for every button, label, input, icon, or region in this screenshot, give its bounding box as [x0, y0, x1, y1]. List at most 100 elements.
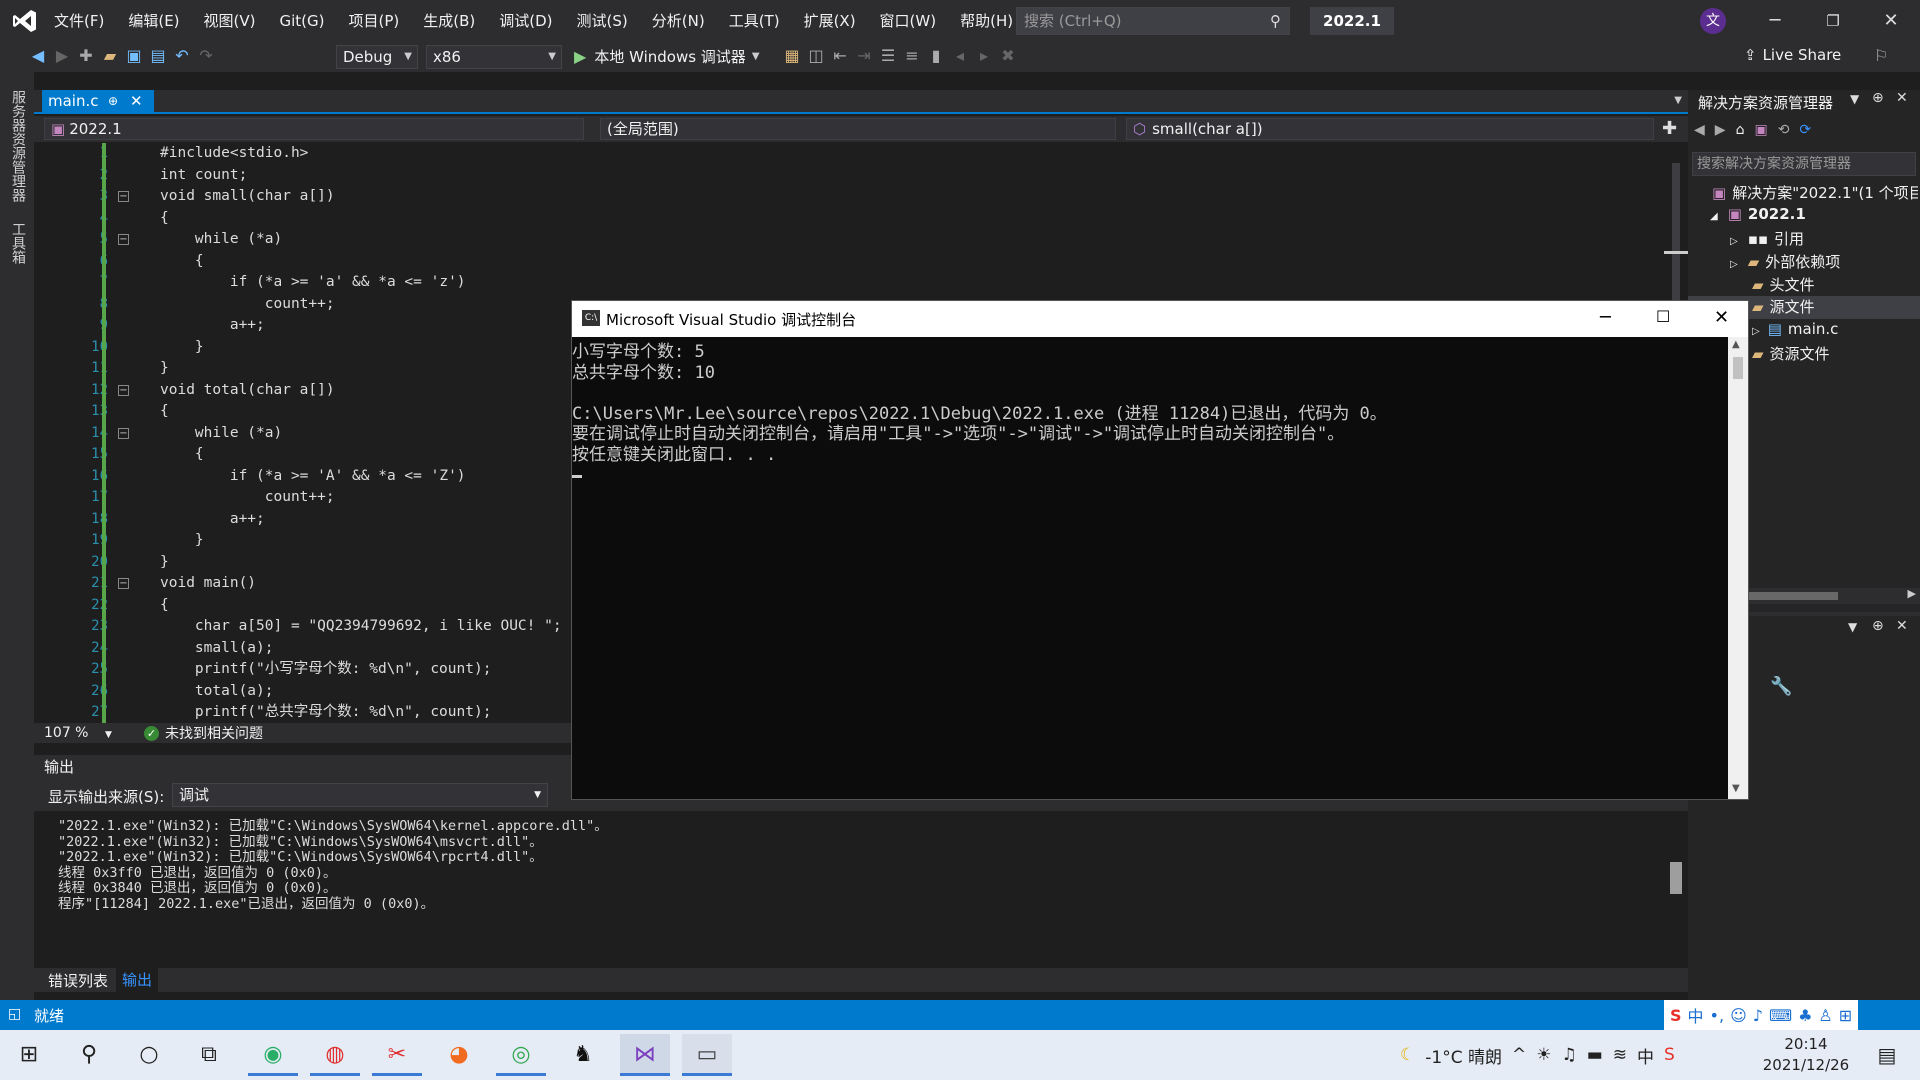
close-icon[interactable]: ✕: [1896, 618, 1908, 634]
scroll-thumb[interactable]: [1670, 862, 1682, 894]
console-scrollbar[interactable]: ▲ ▼: [1728, 337, 1748, 799]
tree-item-header-files[interactable]: ▰ 头文件: [1752, 274, 1815, 295]
new-project-icon[interactable]: ✚: [74, 46, 98, 65]
panel-menu-icon[interactable]: ▼: [1850, 92, 1859, 106]
live-share-button[interactable]: ⇪ Live Share: [1744, 46, 1841, 64]
start-icon[interactable]: ⊞: [4, 1034, 54, 1076]
menu-item[interactable]: 文件(F): [42, 0, 116, 42]
open-folder-icon[interactable]: ▰: [98, 46, 122, 65]
code-line[interactable]: if (*a >= 'A' && *a <= 'Z'): [160, 466, 466, 488]
horizontal-scrollbar[interactable]: ▶: [1748, 587, 1920, 604]
console-output[interactable]: 小写字母个数: 5 总共字母个数: 10 C:\Users\Mr.Lee\sourc…: [572, 337, 1728, 799]
back-icon[interactable]: ◀: [26, 46, 50, 65]
code-line[interactable]: while (*a): [160, 229, 282, 251]
bookmark-icon[interactable]: ▮: [924, 46, 948, 65]
step-icon[interactable]: ⇤: [828, 46, 852, 65]
tab-main-c[interactable]: main.c ⊕ ✕: [42, 90, 154, 112]
menu-item[interactable]: 分析(N): [640, 0, 717, 42]
search-icon[interactable]: ⚲: [64, 1034, 114, 1076]
clock[interactable]: 20:14 2021/12/26: [1760, 1034, 1852, 1076]
zoom-dropdown[interactable]: 107 % ▼: [44, 723, 112, 745]
toolbox-tab[interactable]: 工具箱: [8, 222, 28, 264]
battery-icon[interactable]: ▬: [1587, 1045, 1603, 1065]
code-line[interactable]: int count;: [160, 165, 247, 187]
save-icon[interactable]: ▣: [122, 46, 146, 65]
menu-item[interactable]: 生成(B): [411, 0, 487, 42]
code-line[interactable]: count++;: [160, 487, 335, 509]
menu-item[interactable]: 编辑(E): [116, 0, 191, 42]
code-line[interactable]: small(a);: [160, 638, 274, 660]
menu-item[interactable]: 项目(P): [337, 0, 412, 42]
tree-item-resource-files[interactable]: ▰ 资源文件: [1752, 343, 1830, 364]
forward-icon[interactable]: ▶: [1715, 122, 1726, 138]
weather-text[interactable]: -1°C 晴朗: [1425, 1043, 1502, 1068]
code-line[interactable]: printf("小写字母个数: %d\n", count);: [160, 659, 492, 681]
code-line[interactable]: void small(char a[]): [160, 186, 335, 208]
output-scrollbar[interactable]: [1664, 812, 1688, 952]
code-line[interactable]: }: [160, 358, 169, 380]
code-line[interactable]: {: [160, 208, 169, 230]
close-icon[interactable]: ✕: [1896, 90, 1908, 106]
home-icon[interactable]: ⌂: [1736, 122, 1745, 138]
task-view-icon[interactable]: ⧉: [184, 1034, 234, 1076]
server-explorer-tab[interactable]: 服务器资源管理器: [8, 90, 28, 202]
visual-studio-icon[interactable]: ⋈: [620, 1034, 670, 1076]
code-line[interactable]: char a[50] = "QQ2394799692, i like OUC! …: [160, 616, 562, 638]
config-dropdown[interactable]: Debug ▼: [336, 45, 418, 69]
cortana-icon[interactable]: ○: [124, 1034, 174, 1076]
solution-node[interactable]: ▣ 解决方案"2022.1"(1 个项目: [1712, 182, 1918, 203]
feedback-icon[interactable]: ⚐: [1874, 46, 1888, 65]
save-all-icon[interactable]: ▤: [146, 46, 170, 65]
tab-overflow-icon[interactable]: ▼: [1674, 90, 1682, 112]
clear-bookmark-icon[interactable]: ✖: [996, 46, 1020, 65]
tree-item-external-deps[interactable]: ▷ ▰ 外部依赖项: [1730, 251, 1840, 272]
browse-icon[interactable]: ▦: [780, 46, 804, 65]
code-line[interactable]: }: [160, 337, 204, 359]
code-line[interactable]: }: [160, 530, 204, 552]
fold-toggle-icon[interactable]: −: [118, 427, 129, 439]
pin-icon[interactable]: ⊕: [1872, 618, 1884, 634]
code-line[interactable]: }: [160, 552, 169, 574]
step-over-icon[interactable]: ⇥: [852, 46, 876, 65]
scroll-thumb[interactable]: [1748, 592, 1838, 600]
code-line[interactable]: a++;: [160, 509, 265, 531]
code-line[interactable]: count++;: [160, 294, 335, 316]
scope-dropdown[interactable]: (全局范围): [600, 118, 1116, 140]
refresh-icon[interactable]: ⟳: [1799, 122, 1811, 138]
scroll-right-icon[interactable]: ▶: [1908, 587, 1916, 600]
netease-music-icon[interactable]: ◍: [310, 1034, 360, 1076]
vs-logo-icon[interactable]: [12, 8, 38, 34]
next-bookmark-icon[interactable]: ▸: [972, 46, 996, 65]
debug-console-window[interactable]: C:\ Microsoft Visual Studio 调试控制台 ─ ☐ ✕ …: [571, 300, 1749, 800]
code-line[interactable]: {: [160, 251, 204, 273]
menu-item[interactable]: Git(G): [268, 0, 337, 42]
output-source-dropdown[interactable]: 调试 ▼: [172, 783, 548, 807]
qq-icon[interactable]: ♞: [558, 1034, 608, 1076]
fold-toggle-icon[interactable]: −: [118, 578, 129, 589]
user-avatar[interactable]: 文: [1700, 8, 1726, 34]
scroll-down-icon[interactable]: ▼: [1732, 783, 1740, 794]
function-dropdown[interactable]: ⬡ small(char a[]): [1126, 118, 1654, 140]
close-tab-icon[interactable]: ✕: [130, 90, 143, 112]
back-icon[interactable]: ◀: [1694, 122, 1705, 138]
tree-item-references[interactable]: ▷ ▪▪ 引用: [1730, 228, 1804, 249]
scroll-thumb[interactable]: [1733, 357, 1743, 379]
menu-item[interactable]: 扩展(X): [792, 0, 868, 42]
pin-icon[interactable]: ⊕: [1872, 90, 1884, 106]
menu-item[interactable]: 帮助(H): [948, 0, 1025, 42]
pin-icon[interactable]: ⊕: [108, 90, 118, 112]
wechat-icon[interactable]: ◉: [248, 1034, 298, 1076]
tray-app-icon[interactable]: ☀: [1536, 1045, 1551, 1065]
menu-item[interactable]: 工具(T): [717, 0, 792, 42]
split-icon[interactable]: ✚: [1662, 118, 1677, 139]
wifi-icon[interactable]: ≋: [1613, 1045, 1627, 1065]
code-line[interactable]: #include<stdio.h>: [160, 143, 308, 165]
snipping-icon[interactable]: ✂: [372, 1034, 422, 1076]
menu-item[interactable]: 视图(V): [192, 0, 268, 42]
menu-item[interactable]: 调试(D): [487, 0, 564, 42]
screenshot-icon[interactable]: ◫: [804, 46, 828, 65]
firefox-icon[interactable]: ◕: [434, 1034, 484, 1076]
chrome-icon[interactable]: ◎: [496, 1034, 546, 1076]
code-line[interactable]: if (*a >= 'a' && *a <= 'z'): [160, 272, 466, 294]
sogou-tray-icon[interactable]: S: [1664, 1045, 1675, 1065]
